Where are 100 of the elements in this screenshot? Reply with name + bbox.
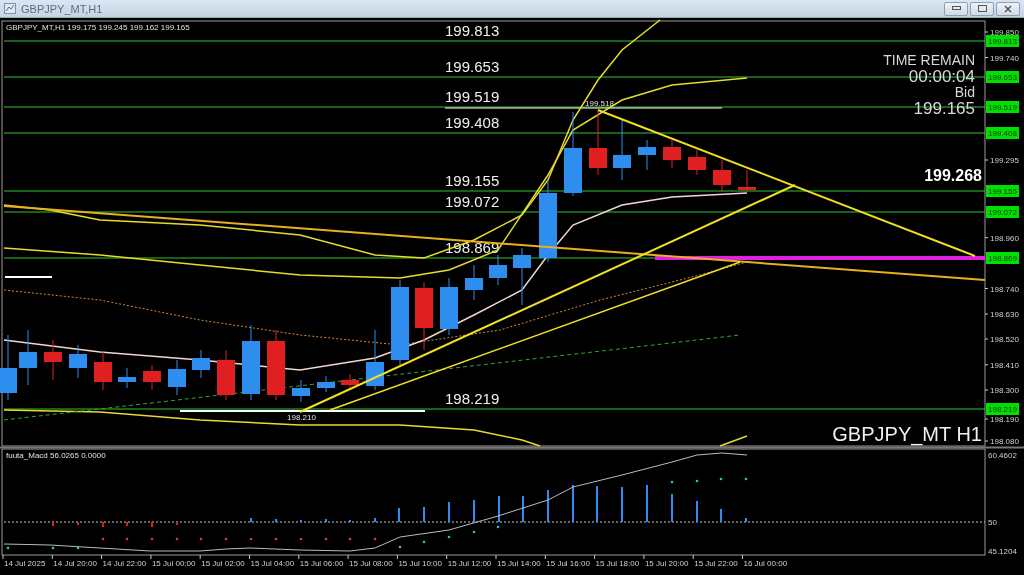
price-axis-label: 198.080 — [990, 437, 1019, 446]
window-title: GBPJPY_MT,H1 — [21, 2, 103, 15]
timer-title: TIME REMAIN — [883, 52, 975, 68]
time-axis-label: 15 Jul 18:00 — [595, 559, 640, 568]
signal-dot — [249, 537, 253, 541]
indicator-axis-label: 50 — [988, 518, 997, 527]
price-axis-label: 198.300 — [990, 386, 1019, 395]
timer-value: 00:00:04 — [908, 67, 975, 86]
time-axis-label: 15 Jul 20:00 — [644, 559, 689, 568]
bid-price: 199.165 — [913, 99, 975, 118]
level-line[interactable] — [3, 211, 986, 213]
signal-dot — [324, 537, 328, 541]
minimize-icon — [951, 6, 961, 11]
indicator-info-text: fuuta_Macd 56.0265 0.0000 — [6, 451, 106, 460]
candle — [0, 334, 17, 401]
price-tag: 199.408 — [986, 127, 1019, 139]
level-label: 199.813 — [445, 22, 500, 39]
price-tag: 199.072 — [986, 206, 1019, 218]
price-tag: 198.869 — [986, 252, 1019, 264]
signal-dot — [472, 530, 476, 534]
price-axis-label: 198.630 — [990, 310, 1019, 319]
time-axis-label: 15 Jul 00:00 — [151, 559, 196, 568]
price-axis-label: 198.740 — [990, 284, 1019, 294]
signal-dot — [670, 480, 674, 484]
signal-dot — [695, 479, 699, 483]
signal-dot — [422, 540, 426, 544]
price-tag: 198.219 — [986, 403, 1019, 415]
level-label: 199.408 — [445, 114, 500, 131]
signal-dot — [224, 537, 228, 541]
symbol-label: GBPJPY_MT H1 — [832, 423, 982, 445]
bid-label: Bid — [954, 84, 975, 100]
signal-dot — [719, 477, 723, 481]
restore-icon — [977, 5, 987, 12]
trend-line[interactable] — [299, 184, 796, 413]
minimize-button[interactable] — [944, 1, 968, 16]
candle — [143, 364, 161, 391]
candle — [513, 247, 531, 306]
signal-dot — [175, 537, 179, 541]
time-axis-label: 16 Jul 00:00 — [743, 559, 788, 568]
candle — [94, 351, 112, 391]
signal-dot — [398, 545, 402, 549]
price-axis-label: 198.410 — [990, 360, 1019, 370]
time-axis-label: 14 Jul 2025 — [4, 559, 46, 568]
signal-dot — [51, 546, 55, 550]
restore-button[interactable] — [970, 1, 994, 16]
indicator-axis-label: 45.1204 — [988, 547, 1017, 556]
price-tag: 199.155 — [986, 185, 1019, 197]
price-axis-label: 198.520 — [990, 335, 1019, 344]
level-label: 198.219 — [445, 390, 500, 407]
time-axis-label: 14 Jul 22:00 — [102, 559, 147, 568]
time-axis-label: 15 Jul 12:00 — [447, 559, 492, 568]
level-label: 199.653 — [445, 58, 500, 75]
candle — [663, 139, 681, 169]
time-axis-label: 15 Jul 10:00 — [398, 559, 442, 568]
candle — [489, 254, 507, 286]
candle — [292, 379, 310, 403]
signal-dot — [76, 546, 80, 550]
marker-line — [4, 276, 53, 278]
low-price-label: 198.210 — [287, 413, 316, 422]
signal-dot — [6, 546, 10, 550]
price-axis-label: 198.190 — [990, 415, 1019, 424]
signal-dot — [150, 537, 154, 541]
level-line[interactable] — [3, 76, 986, 78]
current-price: 199.268 — [924, 167, 982, 184]
signal-dot — [274, 537, 278, 541]
signal-dot — [744, 477, 748, 481]
time-axis-label: 14 Jul 20:00 — [53, 559, 97, 568]
chart-window-icon — [4, 3, 16, 14]
candle — [19, 329, 37, 386]
candle — [192, 349, 210, 379]
price-axis-label: 199.740 — [990, 53, 1019, 63]
signal-dot — [447, 535, 451, 539]
indicator-axis-label: 60.4602 — [988, 451, 1017, 460]
time-axis-label: 15 Jul 04:00 — [250, 559, 295, 568]
candle — [713, 159, 731, 193]
close-button[interactable] — [996, 1, 1020, 16]
trend-line[interactable] — [329, 261, 741, 411]
time-axis-label: 15 Jul 08:00 — [349, 559, 393, 568]
level-label: 199.519 — [445, 88, 500, 105]
candle — [44, 339, 62, 381]
trend-line[interactable] — [3, 205, 986, 281]
candle — [217, 349, 235, 401]
band-line — [719, 435, 748, 447]
time-axis-label: 15 Jul 14:00 — [497, 559, 541, 568]
high-price-label: 199.518 — [585, 99, 614, 108]
candle — [688, 149, 706, 176]
candle — [69, 344, 87, 379]
candle — [465, 264, 483, 301]
signal-dot — [199, 537, 203, 541]
signal-dot — [348, 537, 352, 541]
time-axis-label: 15 Jul 16:00 — [546, 559, 590, 568]
candle — [118, 367, 136, 389]
signal-dot — [299, 537, 303, 541]
price-tag: 199.813 — [986, 35, 1019, 47]
candle — [341, 373, 359, 391]
price-axis-label: 198.960 — [990, 233, 1019, 243]
candle — [168, 359, 186, 396]
time-axis-label: 15 Jul 22:00 — [694, 559, 738, 568]
candle — [638, 139, 656, 171]
candle — [589, 109, 607, 176]
